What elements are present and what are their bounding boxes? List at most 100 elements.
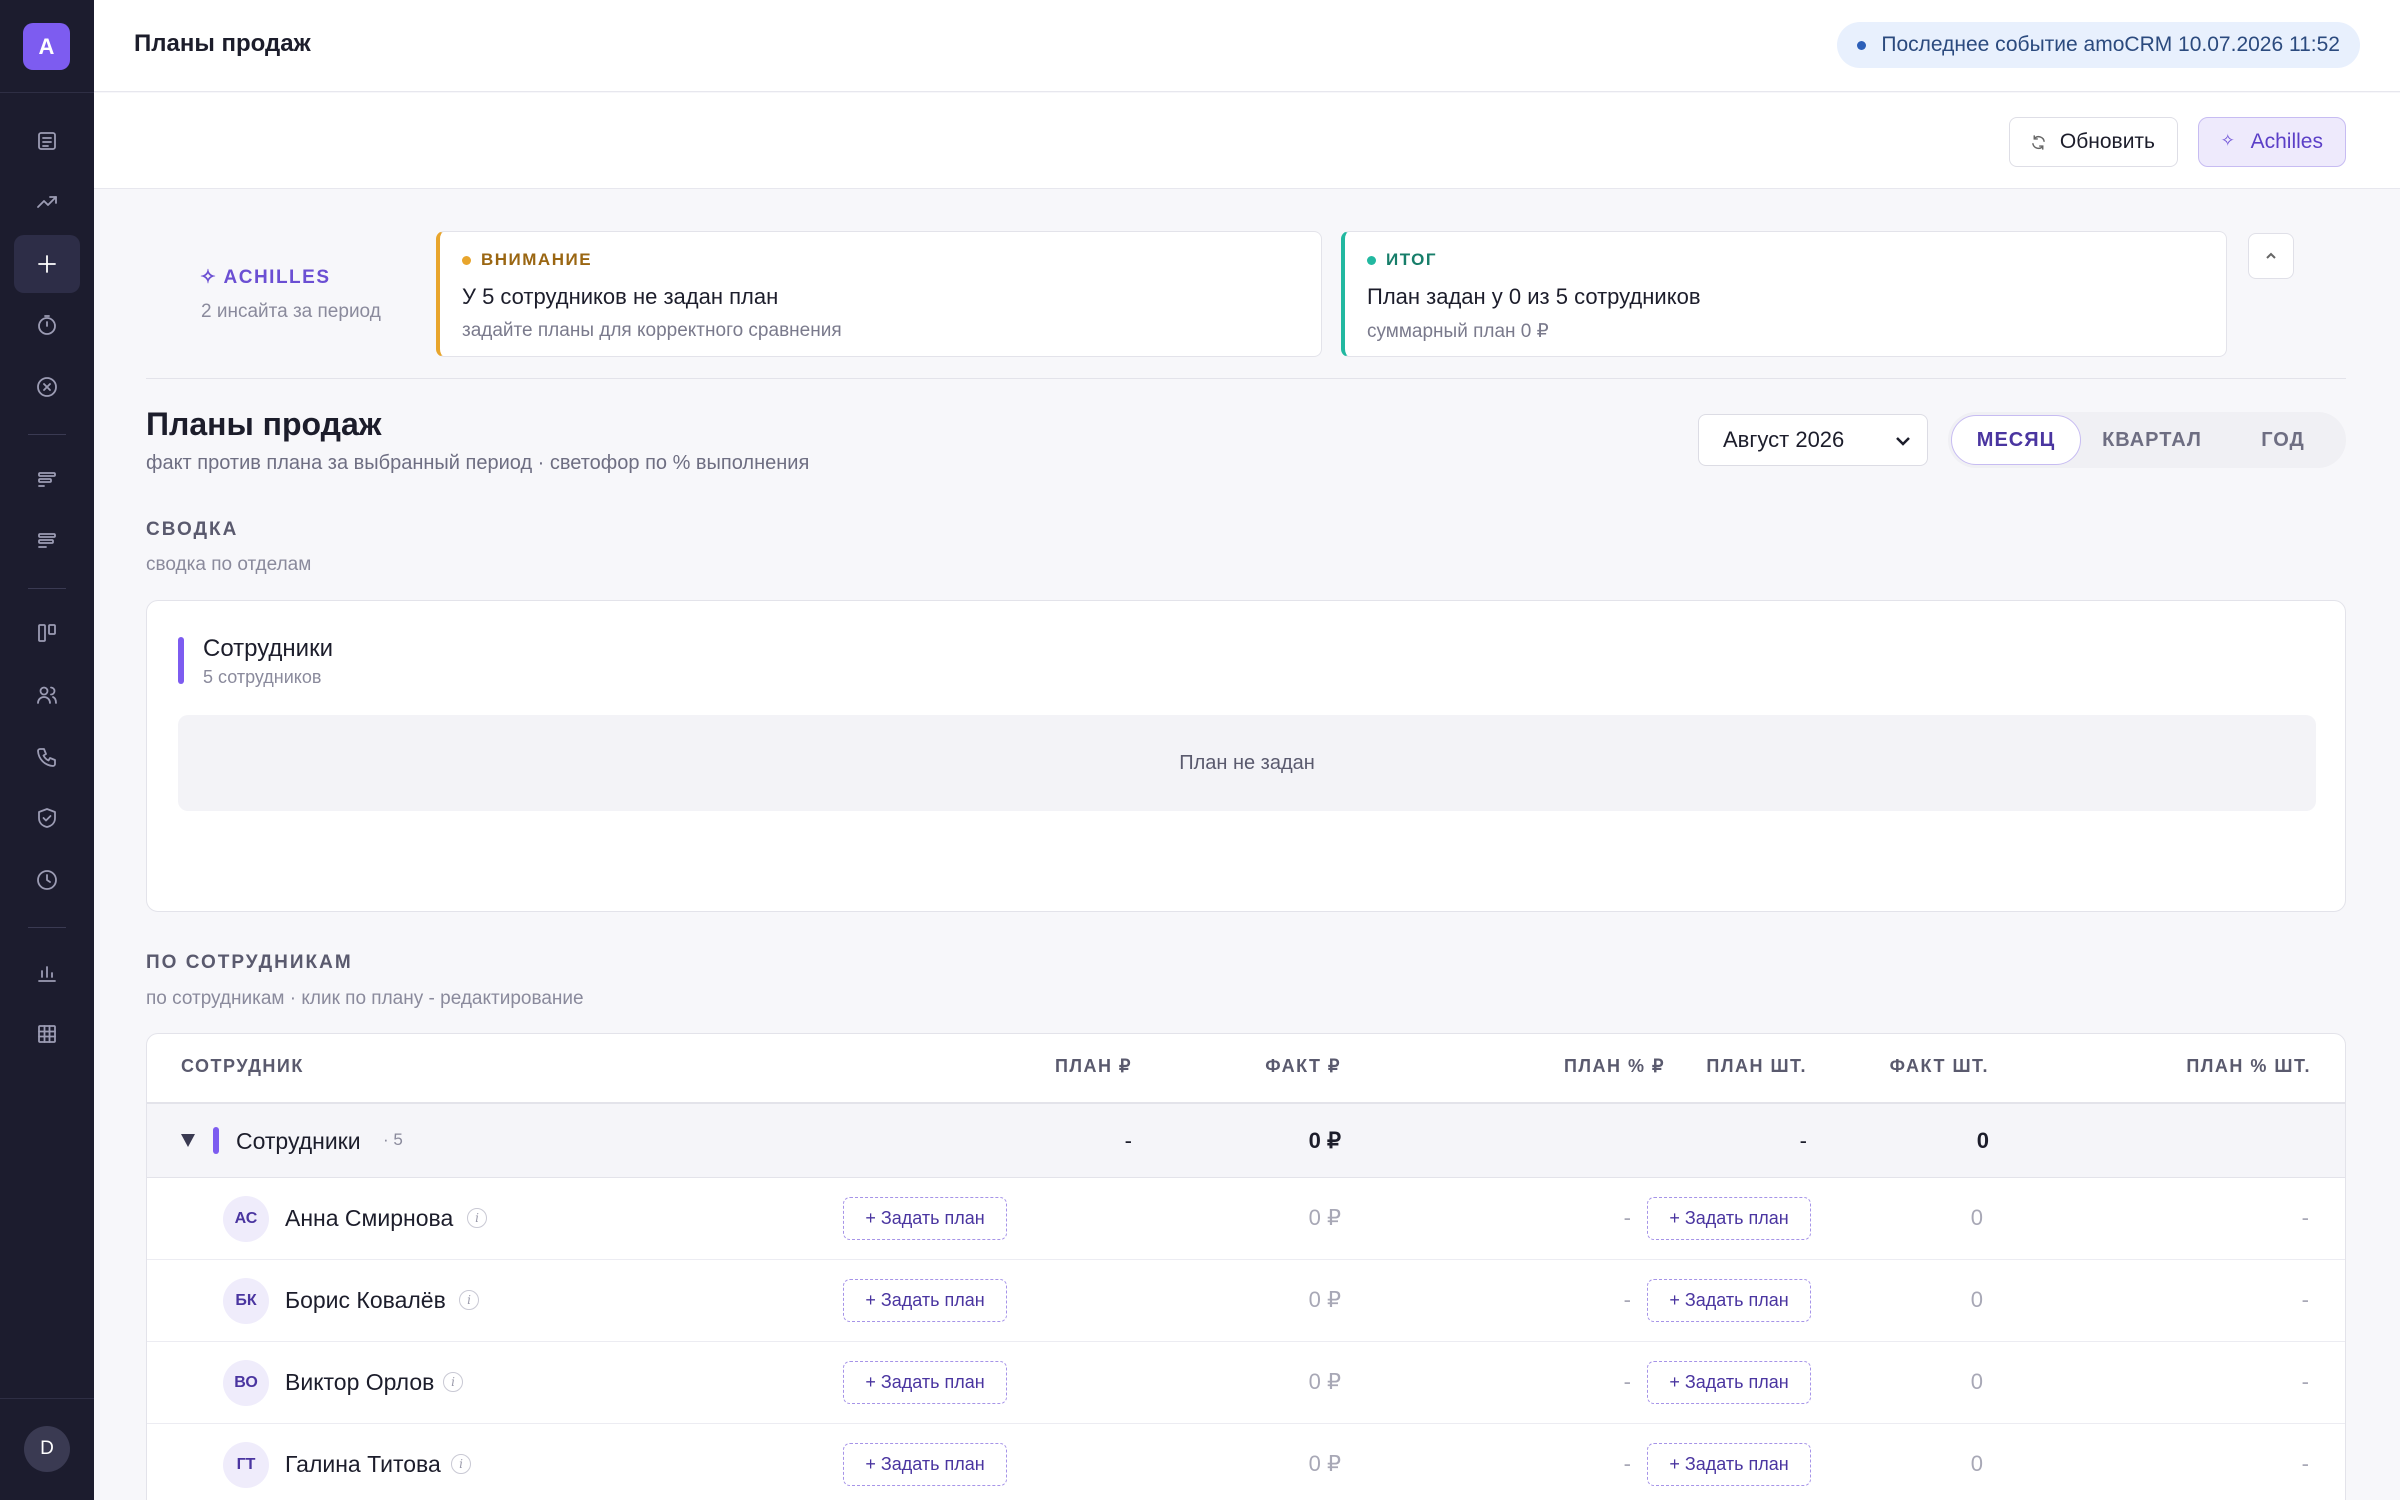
table-row[interactable]: БК Борис Ковалёв i + Задать план 0 ₽ - +… [147,1261,2345,1342]
insight-card-warning[interactable]: ВНИМАНИЕ У 5 сотрудников не задан план з… [436,231,1322,357]
employee-name: Анна Смирнова [285,1205,454,1231]
sidebar-item-lost[interactable] [14,358,80,416]
insight-tag: ИТОГ [1367,250,2204,270]
sidebar-divider [0,1398,94,1399]
sidebar-divider [28,434,66,435]
app-logo[interactable]: A [23,23,70,70]
table-row[interactable]: ГТ Галина Титова i + Задать план 0 ₽ - +… [147,1425,2345,1500]
sidebar-item-timer[interactable] [14,296,80,354]
group-fact-pcs: 0 [1976,1128,1989,1153]
kanban-icon [38,624,56,642]
group-name: Сотрудники [236,1128,361,1154]
set-plan-rub-button[interactable]: + Задать план [843,1361,1007,1404]
group-plan-rub: - [1124,1128,1132,1153]
group-color-bar [213,1127,219,1154]
col-header-plan-rub[interactable]: ПЛАН ₽ [1055,1056,1132,1077]
chevron-down-icon [1896,437,1910,446]
info-icon[interactable]: i [467,1208,487,1228]
sidebar-item-reports[interactable] [14,944,80,1002]
last-event-badge: Последнее событие amoCRM 10.07.2026 11:5… [1837,22,2360,68]
summary-sublabel: сводка по отделам [146,554,312,575]
set-plan-rub-button[interactable]: + Задать план [843,1443,1007,1486]
bars-left-icon [38,472,56,487]
info-icon[interactable]: i [443,1372,463,1392]
achilles-button-label: Achilles [2250,130,2323,153]
sidebar-item-documents[interactable] [14,112,80,170]
sidebar-item-kanban[interactable] [14,604,80,662]
group-fact-rub: 0 ₽ [1308,1128,1341,1153]
set-plan-rub-button[interactable]: + Задать план [843,1197,1007,1240]
timer-icon [38,315,56,335]
col-header-plan-pct-pcs[interactable]: ПЛАН % ШТ. [2186,1056,2311,1077]
insight-card-total[interactable]: ИТОГ План задан у 0 из 5 сотрудников сум… [1341,231,2227,357]
segment-year[interactable]: ГОД [2224,415,2342,465]
col-header-fact-rub[interactable]: ФАКТ ₽ [1265,1056,1341,1077]
table-group-row[interactable]: Сотрудники · 5 - 0 ₽ - 0 [147,1104,2345,1178]
set-plan-pcs-button[interactable]: + Задать план [1647,1197,1811,1240]
sidebar-divider [0,92,94,93]
segment-quarter[interactable]: КВАРТАЛ [2085,415,2219,465]
sidebar-item-quality[interactable] [14,789,80,847]
section-subtitle: факт против плана за выбранный период · … [146,452,810,474]
col-header-fact-pcs[interactable]: ФАКТ ШТ. [1890,1056,1989,1077]
set-plan-pcs-button[interactable]: + Задать план [1647,1361,1811,1404]
dept-color-bar [178,637,184,684]
sidebar-item-funnel[interactable] [14,451,80,509]
info-icon[interactable]: i [451,1454,471,1474]
document-icon [38,132,56,150]
employees-table: СОТРУДНИК ПЛАН ₽ ФАКТ ₽ ПЛАН % ₽ ПЛАН ШТ… [146,1033,2346,1500]
caret-down-icon[interactable] [181,1134,195,1147]
employee-name: Борис Ковалёв [285,1287,446,1313]
table-row[interactable]: АС Анна Смирнова i + Задать план 0 ₽ - +… [147,1179,2345,1260]
achilles-subtitle: 2 инсайта за период [201,301,381,322]
sidebar-item-funnel-alt[interactable] [14,512,80,570]
col-header-plan-pcs[interactable]: ПЛАН ШТ. [1706,1056,1807,1077]
user-avatar[interactable]: D [24,1426,70,1472]
plan-pct-rub: - [1623,1369,1631,1394]
plan-pct-rub: - [1623,1205,1631,1230]
by-employee-label: ПО СОТРУДНИКАМ [146,952,353,973]
segment-month[interactable]: МЕСЯЦ [1951,415,2081,465]
insight-subtitle: задайте планы для корректного сравнения [462,320,842,341]
period-segmented-control: МЕСЯЦ КВАРТАЛ ГОД [1948,412,2346,468]
collapse-insights-button[interactable] [2248,233,2294,279]
sparkle-icon: ✧ [2220,131,2235,150]
sidebar: A D [0,0,94,1500]
set-plan-rub-button[interactable]: + Задать план [843,1279,1007,1322]
table-row[interactable]: ВО Виктор Орлов i + Задать план 0 ₽ - + … [147,1343,2345,1424]
sidebar-item-history[interactable] [14,851,80,909]
plan-pct-pcs: - [2301,1451,2309,1476]
col-header-employee[interactable]: СОТРУДНИК [181,1056,304,1077]
plan-pct-rub: - [1623,1287,1631,1312]
fact-rub: 0 ₽ [1308,1369,1341,1394]
sidebar-item-analytics[interactable] [14,173,80,231]
avatar: ГТ [223,1442,269,1488]
info-icon[interactable]: i [459,1290,479,1310]
fact-rub: 0 ₽ [1308,1205,1341,1230]
chevron-up-icon [2266,252,2276,259]
sidebar-item-plans[interactable] [14,235,80,293]
sidebar-divider [28,588,66,589]
sidebar-item-tables[interactable] [14,1005,80,1063]
fact-pcs: 0 [1970,1287,1983,1312]
page-title: Планы продаж [134,30,311,57]
toolbar: Обновить ✧ Achilles [94,93,2400,189]
period-select[interactable]: Август 2026 [1698,414,1928,466]
warning-dot-icon [462,255,471,265]
period-select-value: Август 2026 [1723,427,1845,452]
sidebar-item-calls[interactable] [14,728,80,786]
refresh-button[interactable]: Обновить [2008,117,2178,167]
dept-count: 5 сотрудников [203,667,322,687]
achilles-button[interactable]: ✧ Achilles [2197,117,2346,167]
by-employee-sublabel: по сотрудникам · клик по плану - редакти… [146,988,584,1009]
plan-pct-pcs: - [2301,1205,2309,1230]
top-header: Планы продаж Последнее событие amoCRM 10… [94,0,2400,92]
set-plan-pcs-button[interactable]: + Задать план [1647,1279,1811,1322]
set-plan-pcs-button[interactable]: + Задать план [1647,1443,1811,1486]
col-header-plan-pct-rub[interactable]: ПЛАН % ₽ [1564,1056,1665,1077]
refresh-button-label: Обновить [2059,130,2155,153]
success-dot-icon [1367,255,1376,265]
sidebar-item-users[interactable] [14,666,80,724]
last-event-text: Последнее событие amoCRM 10.07.2026 11:5… [1881,33,2340,56]
fact-pcs: 0 [1970,1451,1983,1476]
